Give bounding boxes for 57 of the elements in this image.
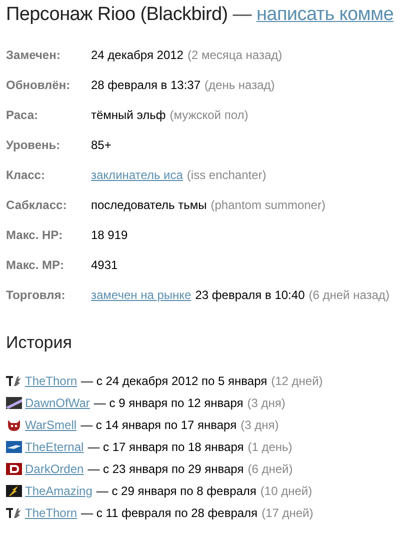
field-label: Класс:	[6, 167, 46, 184]
history-heading: История	[6, 332, 73, 354]
field-note: (phantom summoner)	[210, 197, 326, 214]
field-value: 28 февраля в 13:37	[91, 77, 201, 94]
clan-link[interactable]: WarSmell	[25, 416, 77, 434]
field-value: 18 919	[91, 227, 128, 244]
clan-link[interactable]: TheAmazing	[25, 482, 92, 500]
field-label: Торговля:	[6, 287, 66, 304]
period-text: — с 14 января по 17 января	[80, 417, 237, 434]
thorn-emblem-icon	[6, 507, 22, 519]
field-label: Обновлён:	[6, 77, 72, 94]
page-title: Персонаж Rioo (Blackbird)	[6, 3, 228, 27]
duration-text: (17 дней)	[262, 505, 314, 522]
field-note: (мужской пол)	[170, 107, 248, 124]
field-label: Макс. HP:	[6, 227, 64, 244]
devil-emblem-icon	[6, 419, 22, 431]
title-dash: —	[232, 3, 252, 27]
letter-emblem-icon	[6, 463, 22, 475]
field-label: Уровень:	[6, 137, 62, 154]
value-link[interactable]: замечен на рынке	[91, 280, 192, 310]
field-value: 23 февраля в 10:40	[195, 287, 305, 304]
period-text: — с 29 января по 8 февраля	[96, 483, 256, 500]
field-value: 4931	[91, 257, 118, 274]
field-label: Макс. MP:	[6, 257, 66, 274]
field-value: 85+	[91, 137, 112, 154]
duration-text: (10 дней)	[260, 483, 312, 500]
sky-emblem-icon	[6, 441, 22, 453]
field-label: Сабкласс:	[6, 197, 68, 214]
period-text: — с 9 января по 12 января	[94, 395, 244, 412]
period-text: — с 17 января по 18 января	[88, 439, 244, 456]
period-text: — с 24 декабря 2012 по 5 января	[81, 373, 268, 390]
comment-link[interactable]: написать комме	[256, 2, 394, 28]
clan-link[interactable]: TheEternal	[25, 438, 84, 456]
field-value: последователь тьмы	[91, 197, 207, 214]
field-note: (2 месяца назад)	[187, 47, 282, 64]
field-value: 24 декабря 2012	[91, 47, 184, 64]
field-label: Замечен:	[6, 47, 62, 64]
period-text: — с 11 февраля по 28 февраля	[81, 505, 258, 522]
clan-link[interactable]: TheThorn	[25, 504, 78, 522]
field-value: тёмный эльф	[91, 107, 166, 124]
field-note: (6 дней назад)	[308, 287, 390, 304]
clan-link[interactable]: DarkOrden	[25, 460, 84, 478]
clan-link[interactable]: DawnOfWar	[25, 394, 90, 412]
duration-text: (6 дней)	[248, 461, 293, 478]
clan-link[interactable]: TheThorn	[25, 372, 78, 390]
period-text: — с 23 января по 29 января	[88, 461, 244, 478]
streak-emblem-icon	[6, 397, 22, 409]
thorn-emblem-icon	[6, 375, 22, 387]
duration-text: (3 дня)	[240, 417, 279, 434]
field-note: (день назад)	[204, 77, 275, 94]
duration-text: (1 день)	[248, 439, 292, 456]
duration-text: (3 дня)	[247, 395, 286, 412]
field-label: Раса:	[6, 107, 40, 124]
duration-text: (12 дней)	[271, 373, 323, 390]
field-note: (iss enchanter)	[186, 167, 266, 184]
value-link[interactable]: заклинатель иса	[91, 160, 183, 190]
bolt-emblem-icon	[6, 485, 22, 497]
